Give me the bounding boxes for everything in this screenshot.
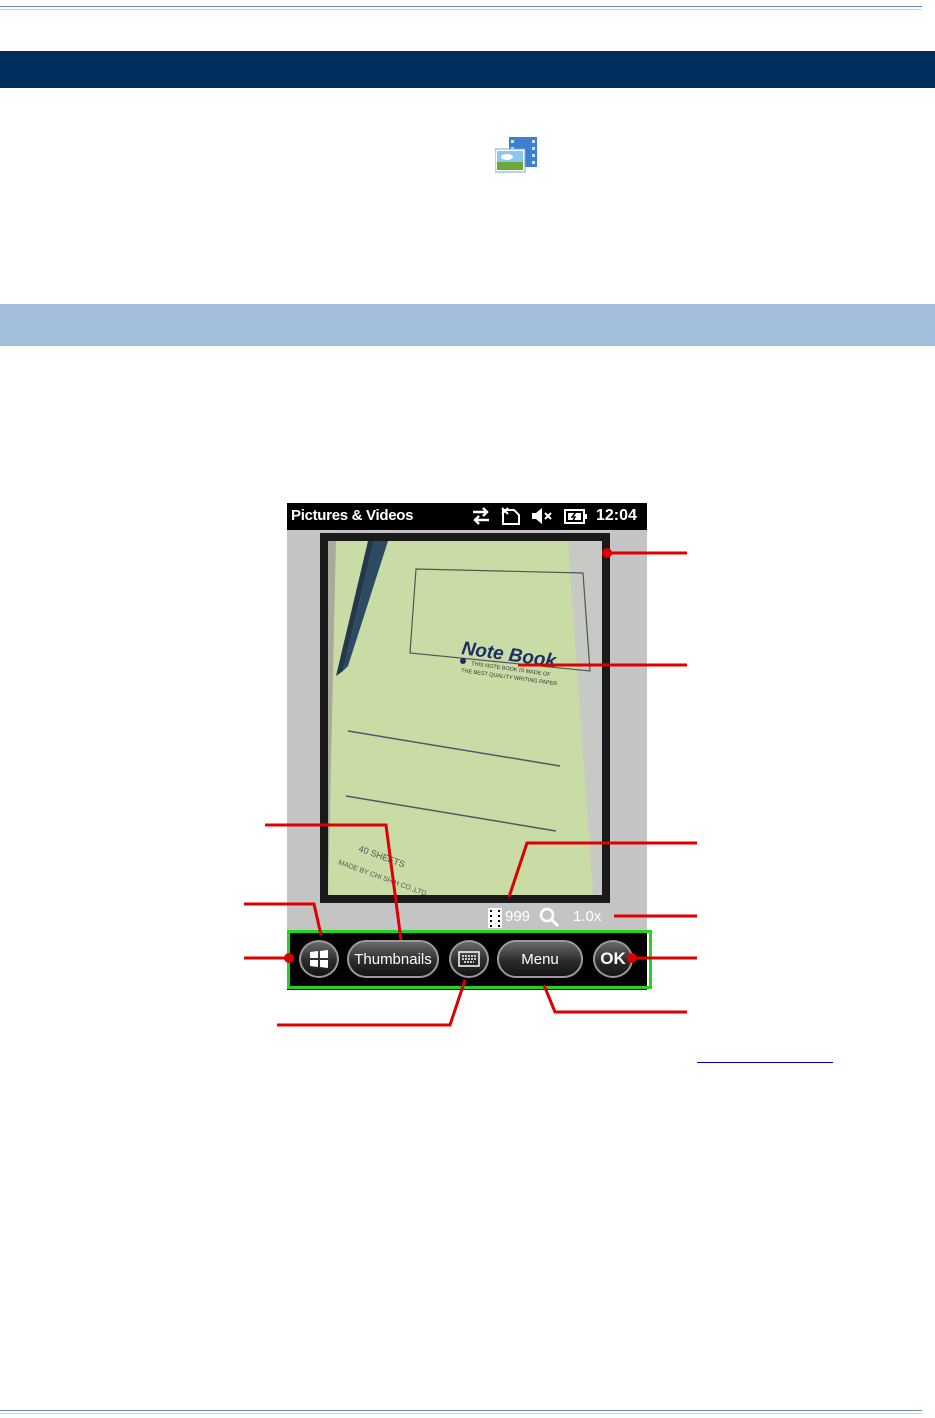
battery-charging-icon <box>564 509 587 524</box>
picture-frame: Note Book THIS NOTE BOOK IS MADE OF THE … <box>320 533 610 903</box>
zoom-magnifier-icon <box>539 907 560 927</box>
pictures-videos-app-icon <box>495 137 537 173</box>
footer-rule <box>0 1410 922 1414</box>
cross-reference-link[interactable] <box>697 1062 833 1063</box>
film-strip-icon <box>488 908 502 928</box>
soft-key-bar-highlight <box>287 930 652 989</box>
header-rule <box>0 6 922 10</box>
clock: 12:04 <box>596 507 637 524</box>
app-title: Pictures & Videos <box>291 507 414 524</box>
image-count: 999 <box>505 908 531 925</box>
zoom-level: 1.0x <box>573 908 602 925</box>
subsection-heading-bar <box>0 304 935 346</box>
picture-viewer: Note Book THIS NOTE BOOK IS MADE OF THE … <box>287 530 647 930</box>
notebook-photo[interactable]: Note Book THIS NOTE BOOK IS MADE OF THE … <box>328 541 602 895</box>
section-heading-bar <box>0 51 935 88</box>
title-bar: Pictures & Videos 12:04 <box>287 503 647 530</box>
no-sim-icon <box>501 507 520 525</box>
sync-arrows-icon <box>473 507 489 525</box>
device-screenshot: Pictures & Videos 12:04 Note Book THIS N… <box>287 503 647 990</box>
speaker-muted-icon <box>532 508 552 524</box>
